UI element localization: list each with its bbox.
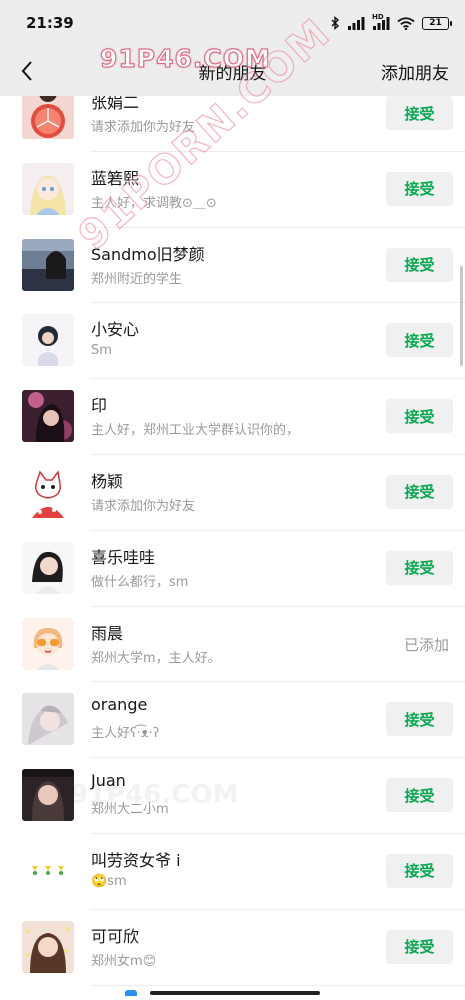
accept-button[interactable]: 接受 xyxy=(386,702,453,737)
friend-name: 印 xyxy=(91,396,108,416)
friend-request-message: 郑州大二小m xyxy=(91,802,169,818)
friend-request-row[interactable]: 喜乐哇哇做什么都行，sm 接受 xyxy=(0,530,465,607)
bottom-dot xyxy=(125,990,137,996)
friend-request-row[interactable]: Sandmo旧梦颜郑州附近的学生 接受 xyxy=(0,227,465,304)
accept-button[interactable]: 接受 xyxy=(386,474,453,509)
accept-button[interactable]: 接受 xyxy=(386,399,453,434)
battery-icon: 21 xyxy=(422,16,452,30)
scrollbar[interactable] xyxy=(460,266,463,366)
friend-request-row[interactable]: 小安心 Sm 接受 xyxy=(0,303,465,380)
screen: 21:39 HD 21 新的朋友 添加朋友 张娟二 请求添加你为好友 接受 蓝箬… xyxy=(0,0,465,1000)
accept-button[interactable]: 接受 xyxy=(386,853,453,888)
network-label: HD xyxy=(372,12,384,21)
friend-request-row[interactable]: 杨颖请求添加你为好友 接受 xyxy=(0,454,465,531)
avatar[interactable] xyxy=(22,238,74,291)
avatar[interactable] xyxy=(22,693,74,746)
hd-signal-icon: HD xyxy=(372,12,390,30)
friend-name: 张娟二 xyxy=(91,96,140,112)
friend-request-row[interactable]: Juan 郑州大二小m 接受 xyxy=(0,758,465,834)
accept-button[interactable]: 接受 xyxy=(386,550,453,585)
accept-button[interactable]: 接受 xyxy=(386,929,453,964)
avatar[interactable] xyxy=(22,390,74,443)
friend-name: 雨晨 xyxy=(91,623,124,643)
nav-bar: 新的朋友 添加朋友 xyxy=(0,46,465,96)
friend-name: Sandmo旧梦颜 xyxy=(91,244,205,264)
gesture-bar xyxy=(0,986,465,1000)
friend-request-row[interactable]: 雨晨郑州大学m，主人好。 已添加 xyxy=(0,606,465,683)
friend-name: orange xyxy=(91,695,148,715)
status-bar: 21:39 HD 21 xyxy=(0,0,465,46)
accept-button[interactable]: 接受 xyxy=(386,96,453,130)
friend-request-message: 主人好ʕ·͡ᴥ·ʔ xyxy=(91,726,160,742)
friend-name: 叫劳资女爷 i xyxy=(91,850,181,870)
accept-button[interactable]: 接受 xyxy=(386,171,453,206)
friend-request-row[interactable]: 可可欣郑州女m😊 接受 xyxy=(0,909,465,986)
friend-name: 杨颖 xyxy=(91,471,124,491)
avatar[interactable] xyxy=(22,769,74,822)
bluetooth-icon xyxy=(331,16,340,30)
wifi-icon xyxy=(397,16,415,30)
avatar[interactable] xyxy=(22,920,74,973)
home-indicator[interactable] xyxy=(150,991,320,995)
signal-icon xyxy=(347,16,365,30)
battery-level: 21 xyxy=(429,18,442,28)
avatar[interactable] xyxy=(22,617,74,670)
friend-request-row[interactable]: 叫劳资女爷 i 🙄sm 接受 xyxy=(0,833,465,910)
friend-request-message: 请求添加你为好友 xyxy=(91,498,196,514)
friend-request-message: 请求添加你为好友 xyxy=(91,120,196,135)
friend-name: Juan xyxy=(91,771,126,791)
avatar[interactable] xyxy=(22,96,74,139)
friend-request-message: 🙄sm xyxy=(91,873,127,889)
avatar[interactable] xyxy=(22,314,74,367)
friend-request-message: 主人好，求调教⊙＿⊙ xyxy=(91,195,217,211)
friend-request-message: 郑州大学m，主人好。 xyxy=(91,650,221,666)
avatar[interactable] xyxy=(22,465,74,518)
accept-button[interactable]: 接受 xyxy=(386,247,453,282)
friend-name: 喜乐哇哇 xyxy=(91,547,156,567)
friend-request-message: Sm xyxy=(91,343,112,359)
add-friend-button[interactable]: 添加朋友 xyxy=(381,59,449,84)
friend-request-message: 做什么都行，sm xyxy=(91,574,189,590)
status-time: 21:39 xyxy=(26,14,74,32)
friend-request-row[interactable]: 印主人好，郑州工业大学群认识你的， 接受 xyxy=(0,379,465,455)
friend-request-message: 郑州女m😊 xyxy=(91,953,157,969)
friend-name: 小安心 xyxy=(91,320,140,340)
avatar[interactable] xyxy=(22,844,74,897)
avatar[interactable] xyxy=(22,541,74,594)
avatar[interactable] xyxy=(22,162,74,215)
friend-request-list[interactable]: 张娟二 请求添加你为好友 接受 蓝箬熙 主人好，求调教⊙＿⊙ 接受 Sandmo旧梦颜 郑州附… xyxy=(0,96,465,986)
friend-name: 可可欣 xyxy=(91,926,140,946)
friend-request-row[interactable]: 张娟二请求添加你为好友 接受 xyxy=(0,96,465,152)
friend-request-message: 主人好，郑州工业大学群认识你的， xyxy=(91,423,300,439)
status-icons: HD 21 xyxy=(331,12,452,30)
accept-button[interactable]: 接受 xyxy=(386,323,453,358)
friend-request-row[interactable]: 蓝箬熙主人好，求调教⊙＿⊙ 接受 xyxy=(0,151,465,228)
accept-button[interactable]: 接受 xyxy=(386,778,453,813)
list-content: 张娟二 请求添加你为好友 接受 蓝箬熙 主人好，求调教⊙＿⊙ 接受 Sandmo旧梦颜 郑州附… xyxy=(0,96,465,986)
friend-name: 蓝箬熙 xyxy=(91,168,140,188)
added-status-label: 已添加 xyxy=(403,635,449,654)
friend-request-row[interactable]: orange 主人好ʕ·͡ᴥ·ʔ 接受 xyxy=(0,682,465,759)
friend-request-message: 郑州附近的学生 xyxy=(91,271,183,287)
